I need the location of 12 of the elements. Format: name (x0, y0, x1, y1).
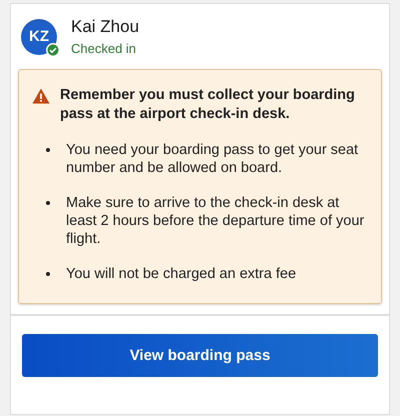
bullet-icon (46, 148, 50, 152)
notice-item: You need your boarding pass to get your seat number and be allowed on board. (66, 141, 360, 177)
checkin-status: Checked in (71, 41, 138, 56)
bullet-icon (46, 201, 50, 205)
bullet-icon (46, 272, 50, 276)
notice-title: Remember you must collect your boarding pass at the airport check-in desk. (60, 86, 356, 124)
passenger-name: Kai Zhou (71, 17, 140, 37)
view-boarding-pass-button[interactable]: View boarding pass (22, 334, 378, 377)
notice-item: You will not be charged an extra fee (66, 265, 296, 283)
notice-item: Make sure to arrive to the check-in desk at least 2 hours before the departure time of your flight. (66, 194, 365, 248)
warning-icon (32, 88, 50, 104)
avatar-initials: KZ (29, 28, 49, 45)
